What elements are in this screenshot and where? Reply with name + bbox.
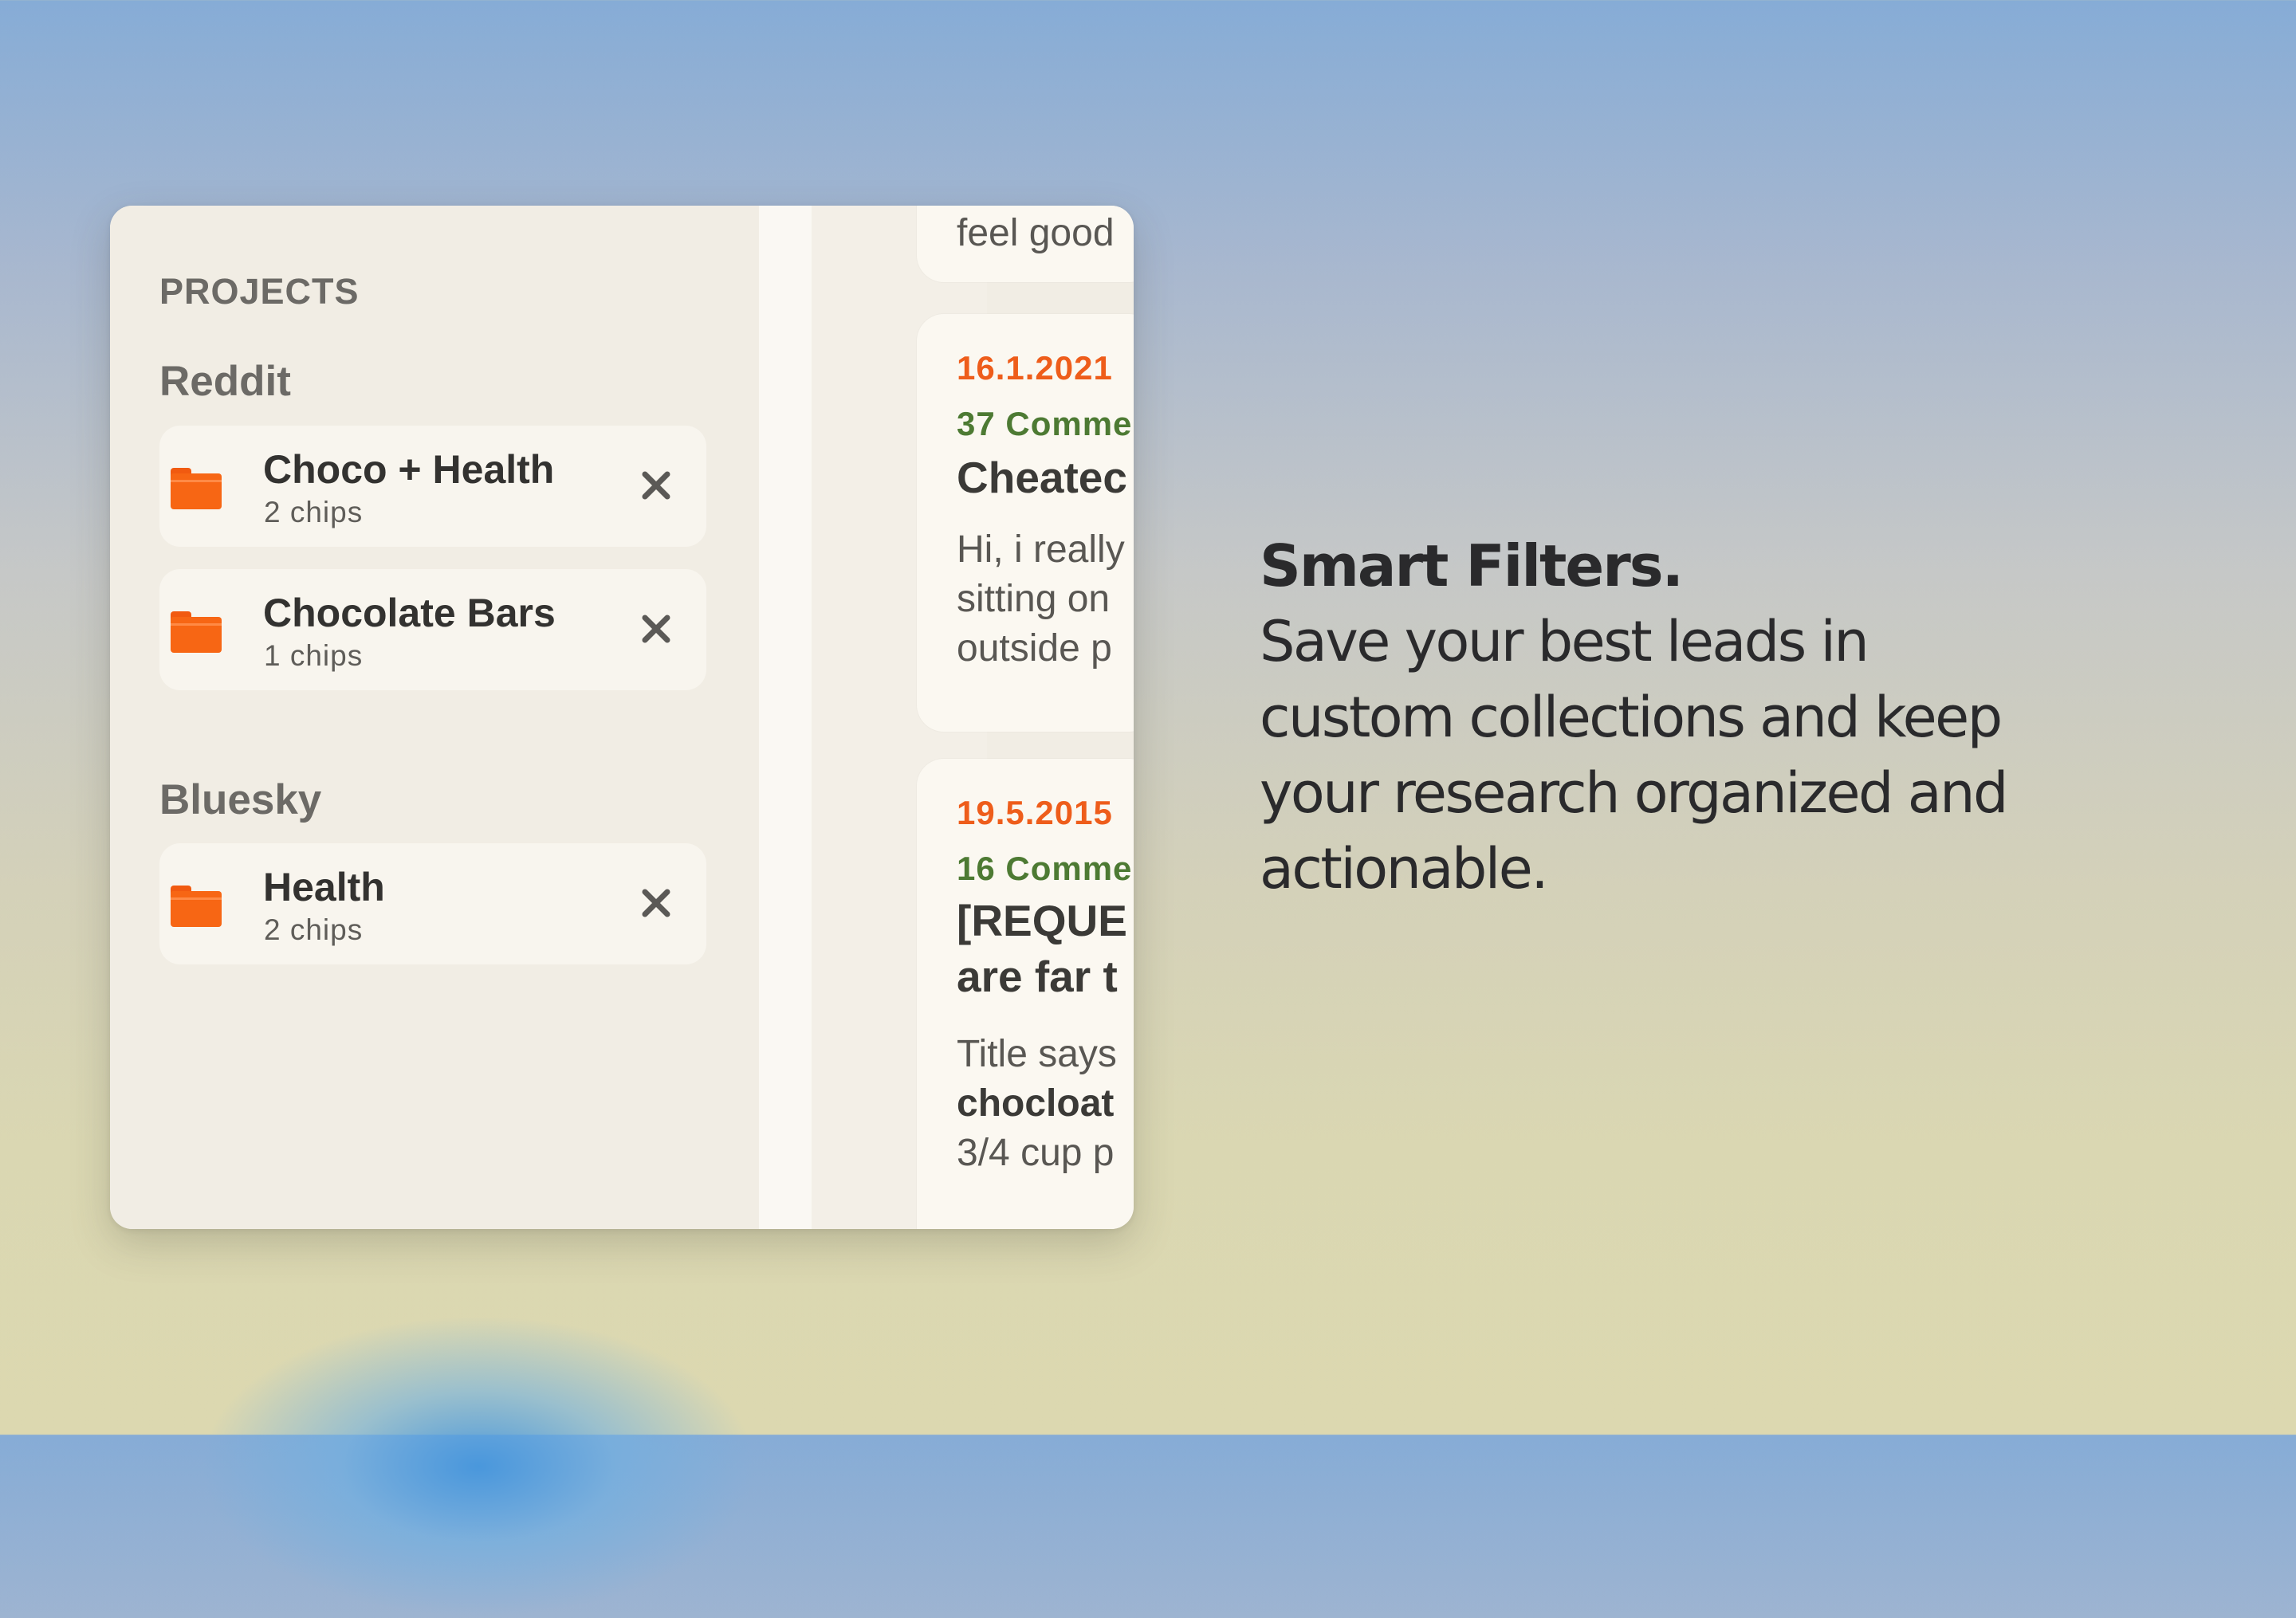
project-chip-count: 2 chips	[264, 496, 364, 528]
post-title: Cheatec	[957, 453, 1127, 502]
feature-headline: Smart Filters.	[1260, 532, 1684, 599]
projects-heading: PROJECTS	[159, 271, 360, 312]
project-item-chocolate-bars[interactable]: Chocolate Bars 1 chips	[159, 569, 706, 690]
group-title-bluesky: Bluesky	[159, 776, 322, 823]
folder-icon	[171, 611, 222, 653]
post-snippet-line: chocloat	[957, 1079, 1114, 1129]
close-icon[interactable]	[636, 883, 676, 923]
post-title-line: are far t	[957, 952, 1118, 1001]
post-title-line: [REQUE	[957, 896, 1127, 945]
post-snippet: feel good	[957, 212, 1115, 254]
post-snippet-bold: chocloat	[957, 1082, 1115, 1125]
close-icon[interactable]	[636, 465, 676, 505]
post-date: 16.1.2021	[957, 349, 1113, 387]
post-card[interactable]: feel good	[917, 206, 1134, 282]
project-item-choco-health[interactable]: Choco + Health 2 chips	[159, 426, 706, 547]
post-snippet-line: outside p	[957, 627, 1112, 670]
folder-icon	[171, 886, 222, 927]
project-chip-count: 2 chips	[264, 913, 364, 946]
post-snippet-line: Hi, i really	[957, 528, 1125, 571]
project-name: Choco + Health	[263, 447, 555, 492]
project-chip-count: 1 chips	[264, 639, 364, 672]
project-name: Health	[263, 865, 385, 909]
post-card[interactable]: 19.5.2015 16 Comme [REQUE are far t Titl…	[917, 759, 1134, 1229]
post-comment-count: 16 Comme	[957, 850, 1133, 887]
feature-body: Save your best leads in custom collectio…	[1260, 609, 2008, 901]
post-card[interactable]: 16.1.2021 37 Comme Cheatec Hi, i really …	[917, 314, 1134, 732]
project-name: Chocolate Bars	[263, 591, 556, 635]
close-icon[interactable]	[636, 609, 676, 649]
folder-icon	[171, 468, 222, 509]
post-snippet-line: 3/4 cup p	[957, 1132, 1115, 1174]
group-title-reddit: Reddit	[159, 358, 291, 405]
feature-description: Smart Filters. Save your best leads in c…	[1260, 528, 2057, 907]
project-item-health[interactable]: Health 2 chips	[159, 843, 706, 964]
post-snippet-line: sitting on	[957, 578, 1111, 620]
post-date: 19.5.2015	[957, 794, 1113, 831]
background-glow	[199, 1315, 757, 1618]
column-divider	[759, 206, 812, 1229]
post-comment-count: 37 Comme	[957, 405, 1133, 442]
post-snippet-line: Title says	[957, 1033, 1117, 1075]
app-window: PROJECTS Reddit Choco + Health 2 chips C…	[110, 206, 1134, 1229]
projects-sidebar: PROJECTS Reddit Choco + Health 2 chips C…	[110, 206, 759, 1229]
